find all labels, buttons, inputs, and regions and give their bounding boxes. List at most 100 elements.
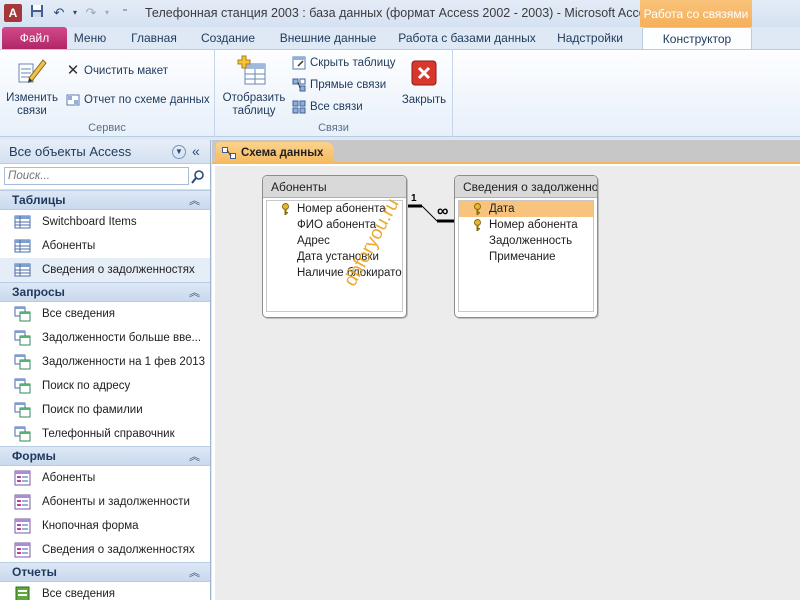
hide-table-button[interactable]: Скрыть таблицу [292,53,396,73]
access-logo-icon[interactable]: A [4,4,22,22]
context-tab-group-label: Работа со связями [640,0,752,27]
nav-collapse-icon[interactable]: « [192,143,200,159]
nav-item-report[interactable]: Все сведения [0,582,210,600]
title-bar: A ↶ ▾ ↷ ▾ ⁼ Телефонная станция 2003 : ба… [0,0,800,27]
direct-relationships-button[interactable]: Прямые связи [292,75,386,95]
nav-item-form[interactable]: Сведения о задолженностях [0,538,210,562]
clear-layout-label: Очистить макет [84,65,168,77]
nav-dropdown-icon[interactable]: ▼ [172,145,186,159]
close-icon [411,60,437,86]
table-window-title[interactable]: Сведения о задолженностях [455,176,597,198]
nav-item-label: Все сведения [42,308,115,320]
nav-item-label: Сведения о задолженностях [42,264,195,276]
nav-item-query[interactable]: Задолженности на 1 фев 2013 [0,350,210,374]
tab-create[interactable]: Создание [197,27,259,49]
nav-section-title: Таблицы [12,193,66,207]
nav-item-table[interactable]: Сведения о задолженностях [0,258,210,282]
nav-pane-header[interactable]: Все объекты Access ▼ « [0,140,210,164]
tab-file[interactable]: Файл [2,27,67,49]
query-icon [14,378,32,394]
redo-dropdown-icon[interactable]: ▾ [98,4,116,22]
show-table-icon [237,54,271,88]
field-item[interactable]: Дата [459,201,593,217]
nav-section-title: Формы [12,449,56,463]
tab-home[interactable]: Главная [126,27,182,49]
tab-database-tools[interactable]: Работа с базами данных [396,27,538,49]
nav-item-query[interactable]: Поиск по фамилии [0,398,210,422]
navigation-pane: Все объекты Access ▼ « Таблицы ︽ Switchbo… [0,140,211,600]
nav-section-reports[interactable]: Отчеты ︽ [0,562,210,582]
relationships-canvas[interactable]: 1 ∞ Абоненты Номер абонента ФИО абонента… [215,166,800,600]
tab-menu[interactable]: Меню [70,27,110,49]
nav-item-form[interactable]: Кнопочная форма [0,514,210,538]
report-icon [14,586,32,600]
field-label: ФИО абонента [297,219,377,231]
all-relationships-button[interactable]: Все связи [292,97,363,117]
nav-item-query[interactable]: Все сведения [0,302,210,326]
nav-item-table[interactable]: Switchboard Items [0,210,210,234]
relationship-report-button[interactable]: Отчет по схеме данных [66,90,210,110]
field-item[interactable]: Наличие блокиратора [267,265,402,281]
service-group: Изменить связи ✕ Очистить макет Отчет по… [0,50,215,137]
tab-external-data[interactable]: Внешние данные [276,27,380,49]
service-group-label: Сервис [88,122,126,134]
direct-relationships-icon [292,78,306,92]
report-icon [66,93,80,107]
nav-search-input[interactable] [4,167,189,185]
field-item[interactable]: Задолженность [459,233,593,249]
table-icon [14,238,32,254]
ribbon: Изменить связи ✕ Очистить макет Отчет по… [0,49,800,137]
field-item[interactable]: Дата установки [267,249,402,265]
nav-item-form[interactable]: Абоненты и задолженности [0,490,210,514]
query-icon [14,354,32,370]
field-label: Номер абонента [489,219,578,231]
field-label: Примечание [489,251,556,263]
collapse-icon: ︽ [189,287,200,299]
relationships-group-label: Связи [318,122,349,134]
relationship-many-label: ∞ [437,203,449,220]
table-window-debts[interactable]: Сведения о задолженностях Дата Номер або… [454,175,598,318]
query-icon [14,426,32,442]
nav-item-label: Кнопочная форма [42,520,139,532]
document-area: Схема данных 1 ∞ Абоненты Номер абонента… [212,140,800,600]
show-table-button[interactable]: Отобразить таблицу [219,54,289,118]
clear-layout-icon: ✕ [66,62,80,79]
form-icon [14,494,32,510]
clear-layout-button[interactable]: ✕ Очистить макет [66,61,168,81]
nav-item-form[interactable]: Абоненты [0,466,210,490]
nav-search-bar [0,164,210,190]
tab-addins[interactable]: Надстройки [552,27,628,49]
field-label: Дата [489,203,515,215]
nav-section-forms[interactable]: Формы ︽ [0,446,210,466]
field-item[interactable]: Номер абонента [459,217,593,233]
field-label: Задолженность [489,235,573,247]
hide-table-icon [292,56,306,70]
collapse-icon: ︽ [189,567,200,579]
search-icon[interactable] [190,169,206,185]
tab-constructor[interactable]: Конструктор [642,27,752,50]
nav-item-label: Задолженности на 1 фев 2013 [42,356,206,368]
nav-section-title: Запросы [12,285,65,299]
edit-relationships-label: Изменить связи [6,92,58,117]
close-button[interactable]: Закрыть [399,54,449,107]
nav-section-queries[interactable]: Запросы ︽ [0,282,210,302]
nav-item-label: Абоненты [42,240,96,252]
nav-section-tables[interactable]: Таблицы ︽ [0,190,210,210]
nav-item-query[interactable]: Телефонный справочник [0,422,210,446]
hide-table-label: Скрыть таблицу [310,57,396,69]
save-icon[interactable] [28,4,46,22]
field-item[interactable]: Примечание [459,249,593,265]
field-label: Номер абонента [297,203,386,215]
window-title: Телефонная станция 2003 : база данных (ф… [145,6,659,20]
customize-toolbar-icon[interactable]: ⁼ [116,4,134,22]
table-icon [14,262,32,278]
direct-relationships-label: Прямые связи [310,79,387,91]
relationships-document-tab[interactable]: Схема данных [216,142,334,164]
nav-item-table[interactable]: Абоненты [0,234,210,258]
nav-item-query[interactable]: Задолженности больше вве... [0,326,210,350]
nav-item-query[interactable]: Поиск по адресу [0,374,210,398]
relationships-group: Отобразить таблицу Скрыть таблицу Прямые… [215,50,453,137]
close-label: Закрыть [401,94,447,106]
field-label: Адрес [297,235,330,247]
edit-relationships-button[interactable]: Изменить связи [2,54,62,118]
